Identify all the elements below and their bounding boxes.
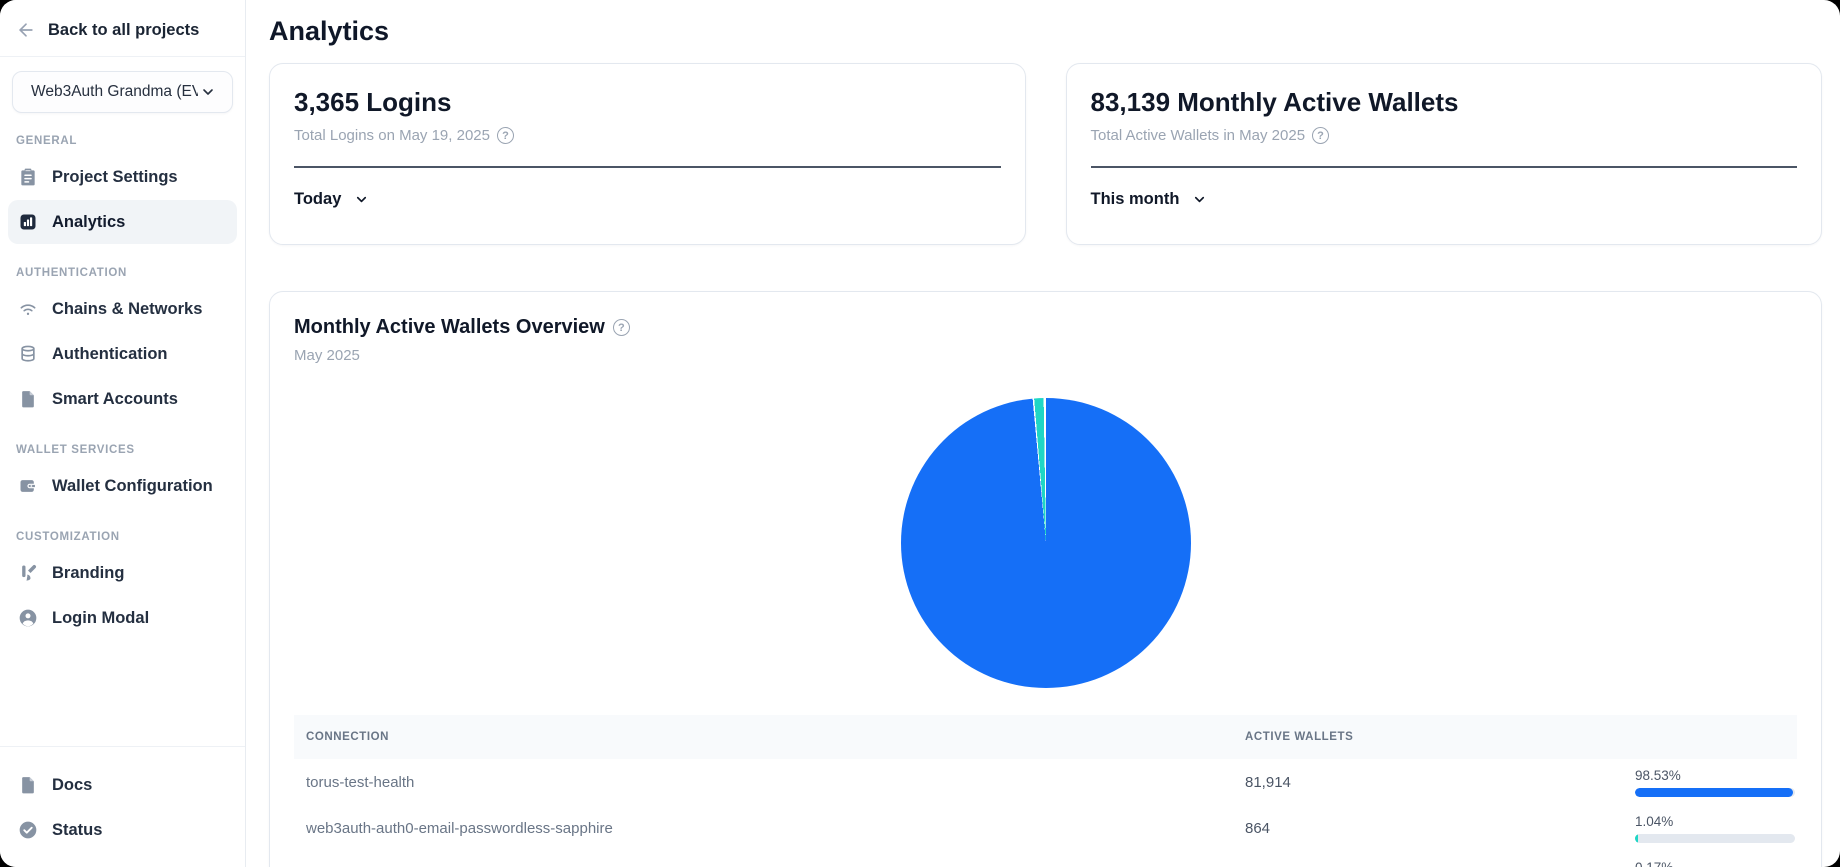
paintbrush-icon (18, 563, 38, 583)
clipboard-icon (18, 167, 38, 187)
sidebar-footer: Docs Status (0, 746, 245, 867)
project-selector-dropdown[interactable]: Web3Auth Grandma (EV (12, 71, 233, 113)
sidebar-item-status[interactable]: Status (8, 808, 237, 852)
sidebar-item-label: Wallet Configuration (52, 477, 213, 496)
check-circle-icon (18, 820, 38, 840)
sidebar-nav-wallet-services: Wallet Configuration (0, 464, 245, 509)
logins-range-label: Today (294, 190, 341, 209)
help-icon[interactable]: ? (497, 127, 514, 144)
share-cell: 98.53% (1635, 768, 1797, 797)
sidebar-item-analytics[interactable]: Analytics (8, 200, 237, 244)
sidebar-item-label: Project Settings (52, 168, 178, 187)
sidebar-item-label: Branding (52, 564, 124, 583)
sidebar-section-authentication: AUTHENTICATION (16, 267, 229, 279)
sidebar-item-label: Docs (52, 776, 92, 795)
share-percent-label: 1.04% (1635, 814, 1795, 829)
page-title: Analytics (269, 16, 1822, 47)
user-circle-icon (18, 608, 38, 628)
back-to-projects-link[interactable]: Back to all projects (16, 20, 229, 40)
chevron-down-icon (351, 189, 371, 209)
column-header-active-wallets: ACTIVE WALLETS (1245, 731, 1635, 743)
sidebar-item-branding[interactable]: Branding (8, 551, 237, 595)
share-bar-track (1635, 834, 1795, 843)
document-icon (18, 775, 38, 795)
connections-table: CONNECTION ACTIVE WALLETS torus-test-hea… (294, 715, 1797, 867)
sidebar-item-label: Authentication (52, 345, 168, 364)
sidebar-nav-general: Project Settings Analytics (0, 155, 245, 245)
sidebar-header: Back to all projects (0, 0, 245, 57)
sidebar-item-chains-networks[interactable]: Chains & Networks (8, 287, 237, 331)
wifi-icon (18, 299, 38, 319)
table-row: web3auth-google-sapphire 145 0.17% (294, 851, 1797, 867)
sidebar-item-label: Analytics (52, 213, 125, 232)
main-content: Analytics 3,365 Logins Total Logins on M… (246, 0, 1840, 867)
active-wallets-value: 864 (1245, 820, 1635, 837)
sidebar-item-docs[interactable]: Docs (8, 763, 237, 807)
sidebar-item-smart-accounts[interactable]: Smart Accounts (8, 377, 237, 421)
help-icon[interactable]: ? (1312, 127, 1329, 144)
sidebar-nav-authentication: Chains & Networks Authentication Smart A… (0, 287, 245, 422)
sidebar-section-customization: CUSTOMIZATION (16, 531, 229, 543)
sidebar-item-label: Chains & Networks (52, 300, 202, 319)
share-percent-label: 0.17% (1635, 860, 1795, 867)
active-wallets-stat-card: 83,139 Monthly Active Wallets Total Acti… (1066, 63, 1823, 245)
active-wallets-pie-chart (901, 398, 1191, 688)
active-wallets-stat-subtitle: Total Active Wallets in May 2025 (1091, 127, 1306, 144)
active-wallets-stat-title: 83,139 Monthly Active Wallets (1091, 86, 1798, 118)
web3auth-dashboard-window: Back to all projects Web3Auth Grandma (E… (0, 0, 1840, 867)
database-icon (18, 344, 38, 364)
overview-subtitle: May 2025 (294, 347, 1797, 364)
sidebar-item-label: Status (52, 821, 102, 840)
share-bar-track (1635, 788, 1795, 797)
sidebar: Back to all projects Web3Auth Grandma (E… (0, 0, 246, 867)
sidebar-item-label: Login Modal (52, 609, 149, 628)
sidebar-section-wallet-services: WALLET SERVICES (16, 444, 229, 456)
help-icon[interactable]: ? (613, 319, 630, 336)
active-wallets-range-label: This month (1091, 190, 1180, 209)
connection-name: web3auth-auth0-email-passwordless-sapphi… (294, 820, 1245, 837)
table-row: torus-test-health 81,914 98.53% (294, 759, 1797, 805)
active-wallets-range-dropdown[interactable]: This month (1091, 189, 1210, 209)
share-percent-label: 98.53% (1635, 768, 1795, 783)
table-row: web3auth-auth0-email-passwordless-sapphi… (294, 805, 1797, 851)
stat-cards-row: 3,365 Logins Total Logins on May 19, 202… (269, 63, 1822, 245)
sidebar-item-label: Smart Accounts (52, 390, 178, 409)
sidebar-item-login-modal[interactable]: Login Modal (8, 596, 237, 640)
share-bar-fill (1635, 834, 1638, 843)
logins-stat-subtitle: Total Logins on May 19, 2025 (294, 127, 490, 144)
back-link-label: Back to all projects (48, 21, 199, 40)
chevron-down-icon (198, 82, 218, 102)
sidebar-item-authentication[interactable]: Authentication (8, 332, 237, 376)
share-cell: 0.17% (1635, 860, 1797, 867)
chevron-down-icon (1189, 189, 1209, 209)
sidebar-section-general: GENERAL (16, 135, 229, 147)
active-wallets-value: 81,914 (1245, 774, 1635, 791)
overview-title: Monthly Active Wallets Overview (294, 316, 605, 339)
divider (294, 166, 1001, 168)
arrow-left-icon (16, 20, 36, 40)
connections-table-header: CONNECTION ACTIVE WALLETS (294, 715, 1797, 759)
project-selector-value: Web3Auth Grandma (EV (31, 83, 198, 101)
share-cell: 1.04% (1635, 814, 1797, 843)
connection-name: torus-test-health (294, 774, 1245, 791)
sidebar-nav-customization: Branding Login Modal (0, 551, 245, 641)
logins-range-dropdown[interactable]: Today (294, 189, 371, 209)
wallet-icon (18, 476, 38, 496)
share-bar-fill (1635, 788, 1793, 797)
logins-stat-card: 3,365 Logins Total Logins on May 19, 202… (269, 63, 1026, 245)
bar-chart-icon (18, 212, 38, 232)
sidebar-item-wallet-configuration[interactable]: Wallet Configuration (8, 464, 237, 508)
document-icon (18, 389, 38, 409)
sidebar-item-project-settings[interactable]: Project Settings (8, 155, 237, 199)
column-header-connection: CONNECTION (294, 731, 1245, 743)
logins-stat-title: 3,365 Logins (294, 86, 1001, 118)
divider (1091, 166, 1798, 168)
monthly-active-wallets-overview-card: Monthly Active Wallets Overview ? May 20… (269, 291, 1822, 867)
